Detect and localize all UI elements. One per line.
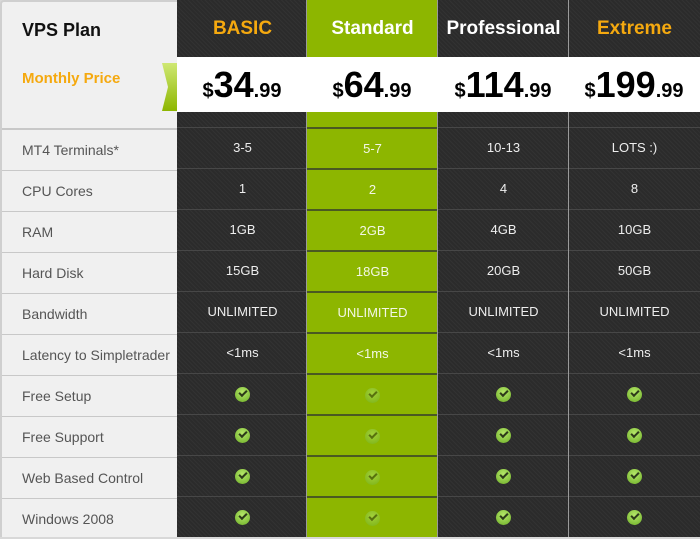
- price-integer: 114: [465, 64, 524, 105]
- price-decimal: .99: [523, 80, 552, 102]
- feature-label: RAM: [2, 211, 177, 252]
- plan-name: Extreme: [597, 18, 672, 39]
- plan-value: 18GB: [307, 250, 438, 291]
- plan-value: 50GB: [569, 250, 700, 291]
- plan-value: 3-5: [177, 127, 308, 168]
- plan-value: [307, 414, 438, 455]
- plan-value: UNLIMITED: [438, 291, 569, 332]
- feature-label: Windows 2008: [2, 498, 177, 539]
- check-icon: [496, 510, 511, 526]
- check-icon: [496, 387, 511, 403]
- price-decimal: .99: [655, 80, 684, 102]
- plan-value: [177, 414, 308, 455]
- price-integer: 199: [595, 64, 656, 105]
- feature-label: Web Based Control: [2, 457, 177, 498]
- plan-name: Standard: [331, 18, 414, 39]
- price-currency: $: [202, 80, 214, 102]
- price-currency: $: [454, 80, 466, 102]
- check-icon: [627, 428, 642, 444]
- price-integer: 64: [343, 64, 384, 105]
- plan-value: LOTS :): [569, 127, 700, 168]
- check-icon: [365, 388, 380, 404]
- price-currency: $: [332, 80, 344, 102]
- check-icon: [365, 429, 380, 445]
- price-currency: $: [584, 80, 596, 102]
- check-icon: [627, 469, 642, 485]
- check-icon: [496, 469, 511, 485]
- feature-label: MT4 Terminals*: [2, 129, 177, 170]
- check-icon: [627, 510, 642, 526]
- plan-value: 2GB: [307, 209, 438, 250]
- check-icon: [365, 470, 380, 486]
- plan-value: 5-7: [307, 127, 438, 168]
- plan-price: $64.99: [307, 57, 437, 112]
- plan-value: 15GB: [177, 250, 308, 291]
- plan-value: UNLIMITED: [569, 291, 700, 332]
- plan-value: [177, 455, 308, 496]
- plan-value: 10-13: [438, 127, 569, 168]
- plan-value: UNLIMITED: [307, 291, 438, 332]
- plan-value: <1ms: [569, 332, 700, 373]
- plan-price: $34.99: [177, 57, 307, 112]
- price-integer: 34: [213, 64, 254, 105]
- plan-value: <1ms: [307, 332, 438, 373]
- plan-name: Professional: [446, 18, 561, 39]
- plan-value: [569, 455, 700, 496]
- plan-value: [307, 373, 438, 414]
- table-title: VPS Plan: [22, 20, 102, 40]
- plan-value: 1GB: [177, 209, 308, 250]
- plan-value: 1: [177, 168, 308, 209]
- feature-label: Latency to Simpletrader: [2, 334, 177, 375]
- plan-value: 4: [438, 168, 569, 209]
- plan-value: [438, 455, 569, 496]
- check-icon: [627, 387, 642, 403]
- check-icon: [235, 510, 250, 526]
- plan-value: [307, 496, 438, 537]
- plan-value: [569, 496, 700, 537]
- plan-value: [438, 414, 569, 455]
- divider: [2, 88, 177, 129]
- plan-value: 10GB: [569, 209, 700, 250]
- plan-value: [177, 373, 308, 414]
- feature-label: Free Support: [2, 416, 177, 457]
- plan-value: [307, 455, 438, 496]
- plan-value: 20GB: [438, 250, 569, 291]
- monthly-price-label: Monthly Price: [22, 70, 121, 87]
- plan-value: [438, 373, 569, 414]
- check-icon: [235, 428, 250, 444]
- plan-value: 8: [569, 168, 700, 209]
- plan-value: [177, 496, 308, 537]
- check-icon: [235, 469, 250, 485]
- plan-value: 2: [307, 168, 438, 209]
- plan-price: $114.99: [438, 57, 568, 112]
- plan-value: [438, 496, 569, 537]
- feature-label: Hard Disk: [2, 252, 177, 293]
- feature-label-column: VPS Plan Monthly Price MT4 Terminals* CPU…: [0, 0, 177, 537]
- feature-label: Bandwidth: [2, 293, 177, 334]
- feature-label: CPU Cores: [2, 170, 177, 211]
- plan-price: $199.99: [569, 57, 699, 112]
- plan-value: <1ms: [177, 332, 308, 373]
- plan-value: [569, 414, 700, 455]
- plan-value: 4GB: [438, 209, 569, 250]
- plan-name: BASIC: [212, 18, 273, 39]
- check-icon: [496, 428, 511, 444]
- price-decimal: .99: [383, 80, 412, 102]
- check-icon: [365, 511, 380, 527]
- plan-value: [569, 373, 700, 414]
- check-icon: [235, 387, 250, 403]
- feature-label: Free Setup: [2, 375, 177, 416]
- plan-value: <1ms: [438, 332, 569, 373]
- plan-value: UNLIMITED: [177, 291, 308, 332]
- price-decimal: .99: [253, 80, 282, 102]
